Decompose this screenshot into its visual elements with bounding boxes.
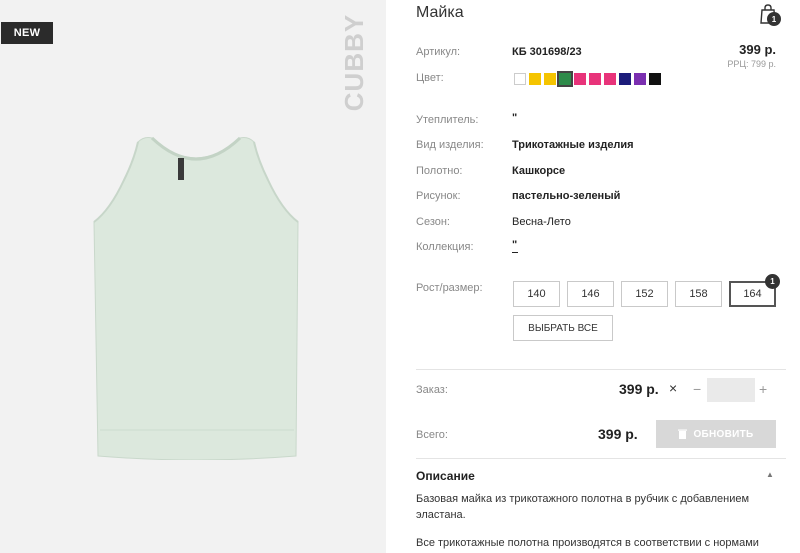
fabric-value: Кашкорсе [512,165,566,177]
total-price: 399 р. [598,426,638,442]
quantity-minus-button[interactable]: − [693,381,701,397]
type-value: Трикотажные изделия [512,139,634,151]
order-price: 399 р. [619,381,659,397]
update-button[interactable]: ОБНОВИТЬ [656,420,776,448]
insulation-label: Утеплитель: [416,114,479,126]
rrc-price: РРЦ: 799 р. [727,59,776,69]
collection-label: Коллекция: [416,241,474,253]
remove-icon[interactable]: × [669,380,677,396]
product-info: Майка 1 Артикул: КБ 301698/23 399 р. РРЦ… [416,0,786,553]
color-swatch[interactable] [557,71,573,87]
quantity-input[interactable] [707,378,755,402]
pattern-value: пастельно-зеленый [512,190,621,202]
collection-value[interactable]: " [512,239,518,253]
color-swatch[interactable] [604,73,616,85]
size-option[interactable]: 140 [513,281,560,307]
color-swatch[interactable] [514,73,526,85]
size-options: 140 146 152 158 164 [513,281,776,307]
color-swatch[interactable] [529,73,541,85]
color-swatch[interactable] [649,73,661,85]
product-photo[interactable]: NEW CUBBY [0,0,386,553]
total-label: Всего: [416,429,448,441]
description-heading[interactable]: Описание [416,469,475,483]
type-label: Вид изделия: [416,139,484,151]
divider [416,458,786,459]
description-paragraph: Все трикотажные полотна производятся в с… [416,537,759,549]
product-title: Майка [416,4,464,21]
tank-top-image [93,136,299,460]
pattern-label: Рисунок: [416,190,461,202]
color-swatch[interactable] [589,73,601,85]
quantity-plus-button[interactable]: + [759,381,767,397]
color-label: Цвет: [416,72,444,84]
season-label: Сезон: [416,216,450,228]
new-badge: NEW [1,22,53,44]
update-button-label: ОБНОВИТЬ [693,428,754,440]
color-swatch[interactable] [634,73,646,85]
fabric-label: Полотно: [416,165,463,177]
size-option[interactable]: 158 [675,281,722,307]
size-option[interactable]: 146 [567,281,614,307]
size-option[interactable]: 152 [621,281,668,307]
product-price: 399 р. [739,42,776,57]
description-paragraph: Базовая майка из трикотажного полотна в … [416,493,750,521]
insulation-value: " [512,112,518,124]
color-swatch[interactable] [544,73,556,85]
sizes-label: Рост/размер: [416,282,483,294]
select-all-button[interactable]: ВЫБРАТЬ ВСЕ [513,315,613,341]
season-value: Весна-Лето [512,216,571,228]
divider [416,369,786,370]
color-swatches [514,71,664,87]
color-swatch[interactable] [619,73,631,85]
color-swatch[interactable] [574,73,586,85]
article-value: КБ 301698/23 [512,46,582,58]
article-label: Артикул: [416,46,461,58]
cart-count-badge: 1 [767,12,781,26]
brand-logo: CUBBY [339,13,370,111]
collapse-icon[interactable]: ▲ [766,470,774,479]
size-count-badge: 1 [765,274,780,289]
order-label: Заказ: [416,384,448,396]
trash-icon [678,429,688,439]
